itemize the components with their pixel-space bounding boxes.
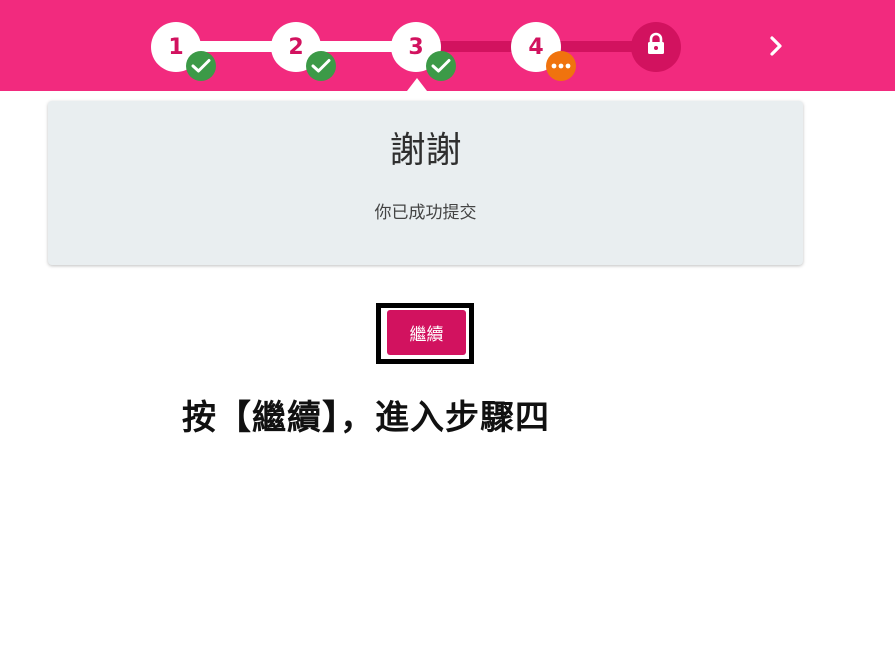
- chevron-right-icon[interactable]: [762, 32, 790, 60]
- confirmation-card: 謝謝 你已成功提交: [48, 101, 803, 265]
- ellipsis-icon: [546, 51, 576, 81]
- step-4-label: 4: [528, 34, 544, 60]
- card-message: 你已成功提交: [374, 203, 477, 223]
- step-2-label: 2: [288, 34, 304, 60]
- check-icon: [426, 51, 456, 81]
- step-1-label: 1: [168, 34, 184, 60]
- card-title: 謝謝: [389, 130, 462, 171]
- continue-button[interactable]: 繼續: [387, 310, 466, 355]
- stepper-header: 1 2 3 4: [0, 0, 895, 91]
- check-icon: [186, 51, 216, 81]
- lock-icon: [646, 32, 666, 62]
- check-icon: [306, 51, 336, 81]
- current-step-pointer: [407, 78, 427, 91]
- step-3-label: 3: [408, 34, 424, 60]
- instruction-text: 按【繼續】，進入步驟四: [182, 398, 550, 438]
- step-locked: [631, 22, 681, 72]
